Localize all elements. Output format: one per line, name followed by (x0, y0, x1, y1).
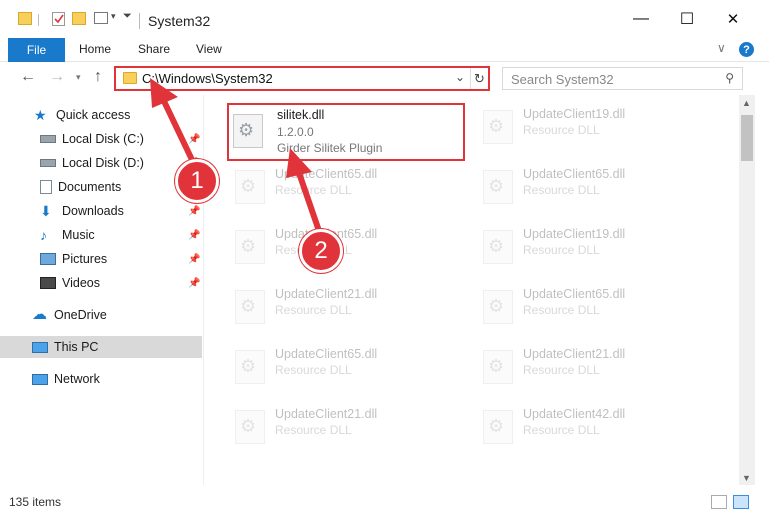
step-2-badge: 2 (299, 229, 343, 273)
arrow-2 (286, 148, 321, 231)
arrow-1 (150, 78, 197, 167)
step-1-badge: 1 (175, 159, 219, 203)
annotation-arrows (150, 78, 321, 231)
